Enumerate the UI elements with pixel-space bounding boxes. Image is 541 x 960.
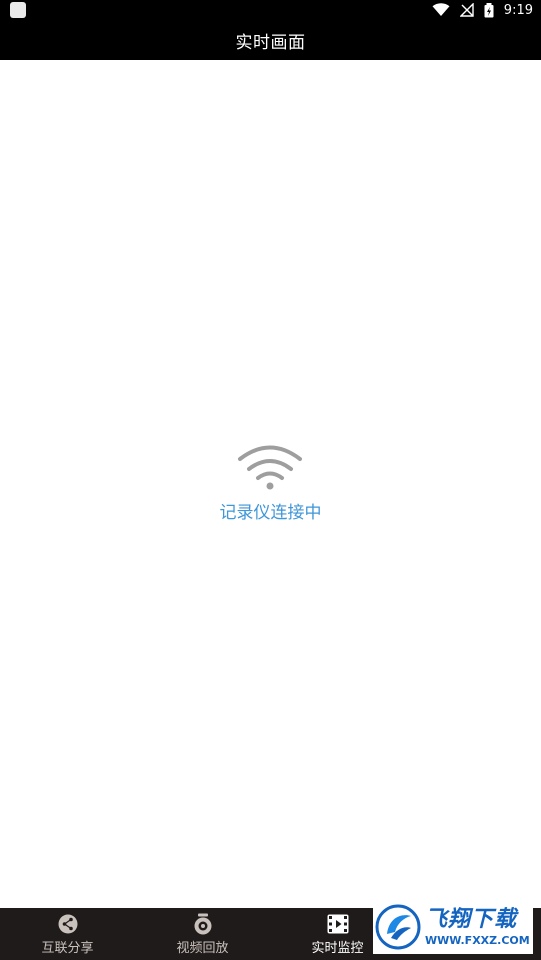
nav-label-live-monitor: 实时监控	[311, 940, 364, 956]
title-bar: 实时画面	[0, 20, 541, 60]
connecting-status-text: 记录仪连接中	[219, 503, 322, 523]
camera-icon	[193, 913, 213, 935]
live-view-area: 记录仪连接中	[0, 60, 541, 908]
nav-item-playback[interactable]: 视频回放	[135, 908, 270, 960]
film-icon	[327, 913, 349, 935]
nav-label-playback: 视频回放	[176, 940, 229, 956]
battery-charging-icon	[484, 2, 494, 18]
app-notification-icon	[10, 2, 26, 18]
watermark-url: WWW.FXXZ.COM	[425, 933, 530, 947]
page-title: 实时画面	[235, 32, 306, 53]
status-bar: 9:19	[0, 0, 541, 20]
nav-item-share[interactable]: 互联分享	[0, 908, 135, 960]
no-signal-icon	[459, 3, 474, 17]
nav-label-share: 互联分享	[41, 940, 94, 956]
share-icon	[58, 913, 78, 935]
watermark-text: 飞翔下载 WWW.FXXZ.COM	[425, 906, 530, 947]
watermark: 飞翔下载 WWW.FXXZ.COM	[373, 900, 533, 954]
watermark-title: 飞翔下载	[425, 906, 518, 932]
site-logo-icon	[375, 904, 421, 950]
wifi-icon	[235, 442, 305, 492]
status-right: 9:19	[432, 1, 533, 19]
status-time: 9:19	[503, 2, 533, 18]
wifi-icon	[432, 3, 450, 17]
